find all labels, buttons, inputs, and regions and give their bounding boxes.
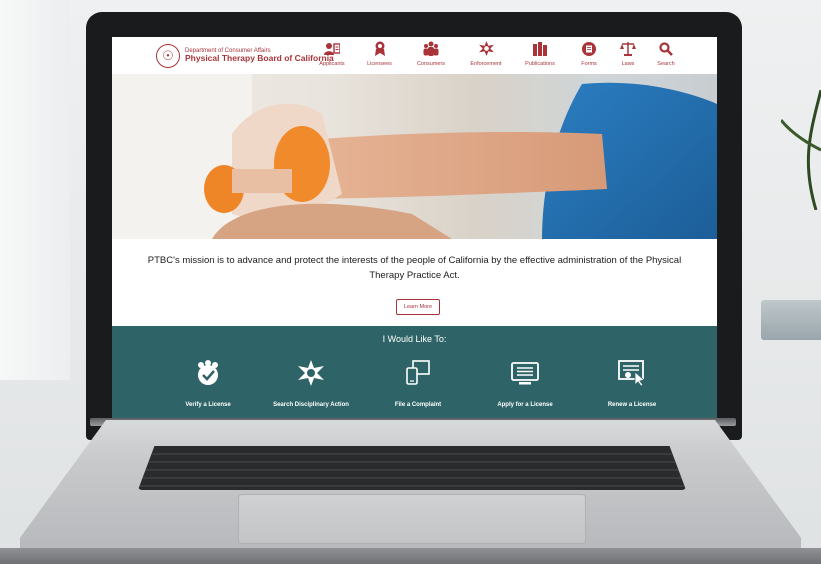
background-window: [0, 0, 70, 380]
learn-more-button[interactable]: Learn More: [396, 299, 440, 315]
nav-item-licensees[interactable]: Licensees: [357, 40, 402, 67]
applicants-icon: [324, 40, 340, 57]
nav-label: Enforcement: [470, 61, 502, 67]
consumers-icon: [423, 40, 439, 57]
nav-label: Search: [657, 61, 675, 67]
laptop-keyboard: [138, 446, 686, 490]
action-file-complaint[interactable]: File a Complaint: [363, 352, 473, 408]
nav-item-laws[interactable]: Laws: [610, 40, 646, 67]
nav-item-search[interactable]: Search: [646, 40, 686, 67]
action-apply-license[interactable]: Apply for a License: [470, 352, 580, 408]
nav-item-consumers[interactable]: Consumers: [402, 40, 460, 67]
disciplinary-badge-icon: [256, 352, 366, 386]
laws-icon: [620, 40, 636, 57]
quick-actions-band: I Would Like To: Verify a License Search…: [112, 326, 717, 420]
enforcement-icon: [478, 40, 494, 57]
action-label: Verify a License: [185, 402, 231, 408]
laptop-screen: ☉ Department of Consumer Affairs Physica…: [112, 37, 717, 420]
apply-monitor-icon: [470, 352, 580, 386]
plant-leaves: [781, 90, 821, 210]
nav-label: Consumers: [416, 61, 446, 67]
verify-license-icon: [153, 352, 263, 386]
nav-label: Forms: [581, 61, 597, 67]
action-label: File a Complaint: [394, 402, 442, 408]
licensees-icon: [374, 40, 386, 57]
hero-image: [112, 74, 717, 239]
action-label: Search Disciplinary Action: [273, 402, 349, 408]
ptbc-seal-icon: ☉: [156, 43, 180, 68]
nav-label: Publications: [525, 61, 555, 67]
nav-label: Laws: [621, 61, 635, 67]
action-verify-license[interactable]: Verify a License: [153, 352, 263, 408]
search-icon: [659, 40, 673, 57]
nav-label: Licensees: [367, 61, 392, 67]
complaint-devices-icon: [363, 352, 473, 386]
laptop-front-edge: [0, 548, 821, 564]
quick-actions-title: I Would Like To:: [382, 334, 447, 344]
nav-item-publications[interactable]: Publications: [512, 40, 568, 67]
nav-label: Applicants: [319, 61, 345, 67]
nav-item-forms[interactable]: Forms: [568, 40, 610, 67]
background-bench: [761, 300, 821, 340]
nav-item-applicants[interactable]: Applicants: [307, 40, 357, 67]
hero-photo-illustration: [112, 74, 717, 239]
forms-icon: [582, 40, 596, 57]
keyboard-keys: [140, 453, 684, 487]
site-header: ☉ Department of Consumer Affairs Physica…: [112, 37, 717, 74]
main-nav: Applicants Licensees Consumers Enforceme…: [307, 40, 686, 67]
action-search-disciplinary[interactable]: Search Disciplinary Action: [256, 352, 366, 408]
mission-statement: PTBC's mission is to advance and protect…: [147, 255, 682, 281]
nav-item-enforcement[interactable]: Enforcement: [460, 40, 512, 67]
laptop-trackpad: [238, 494, 586, 544]
publications-icon: [533, 40, 547, 57]
action-label: Renew a License: [607, 402, 657, 408]
action-renew-license[interactable]: Renew a License: [577, 352, 687, 408]
action-label: Apply for a License: [497, 402, 553, 408]
renew-certificate-icon: [577, 352, 687, 386]
